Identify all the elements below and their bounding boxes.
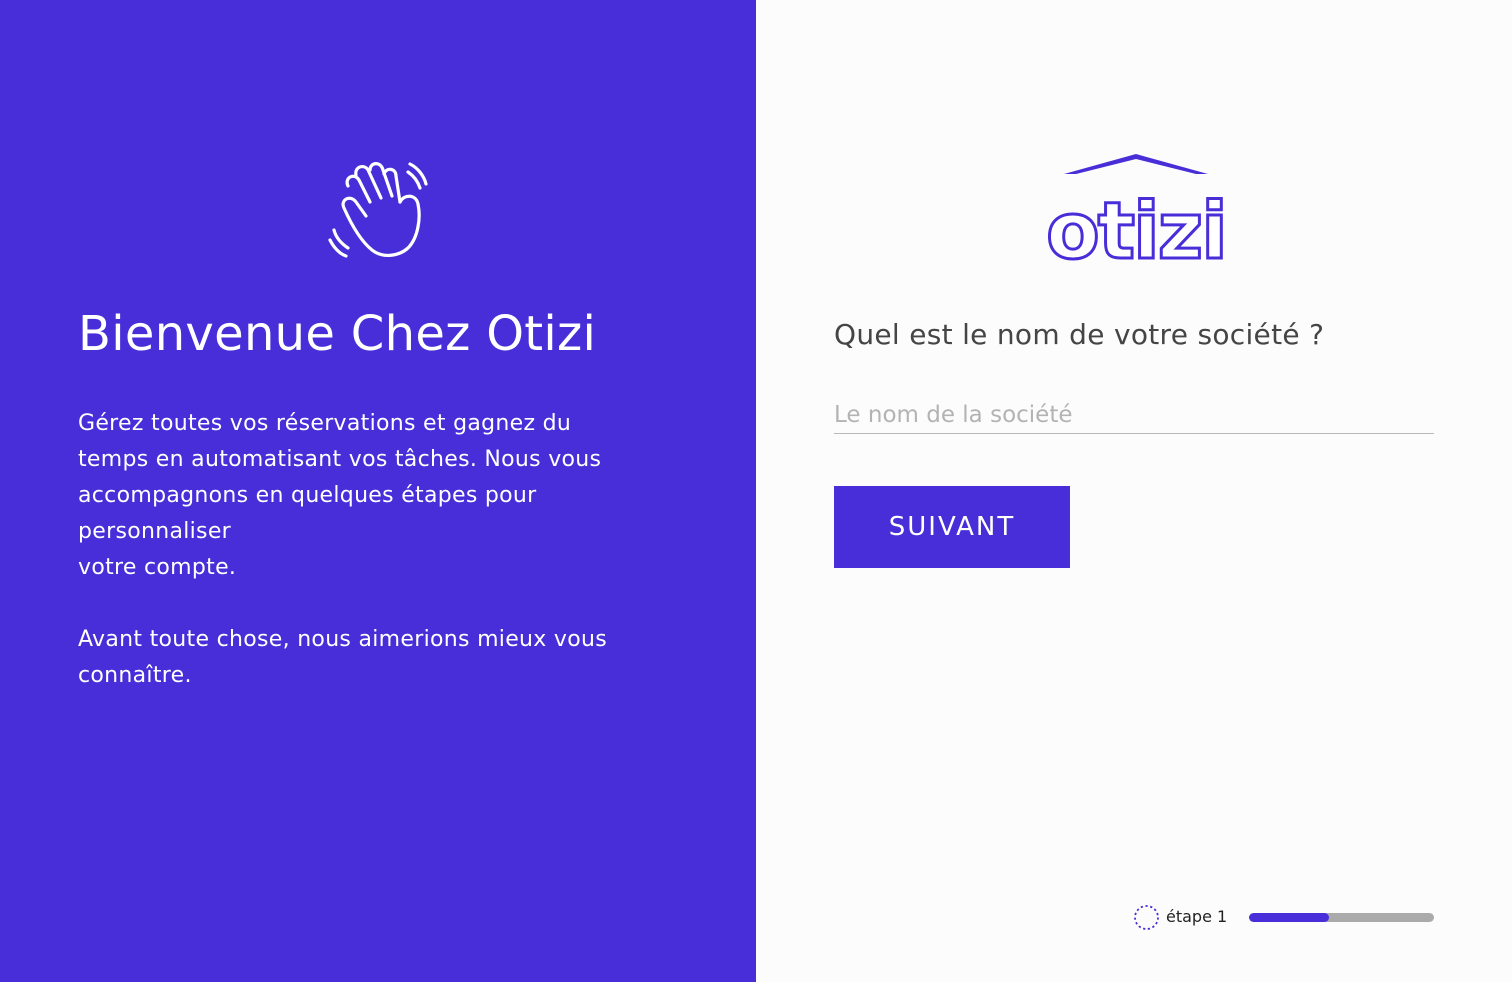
intro-line: temps en automatisant vos tâches. Nous v… [78, 447, 602, 472]
dotted-circle-icon [1134, 905, 1159, 930]
step-progress-bar [1249, 913, 1434, 922]
welcome-panel: Bienvenue Chez Otizi Gérez toutes vos ré… [0, 0, 756, 982]
intro-line: personnaliser [78, 519, 232, 544]
welcome-title: Bienvenue Chez Otizi [78, 306, 597, 362]
otizi-logo: otizi [1046, 154, 1226, 266]
waving-hand-icon [328, 162, 428, 258]
next-button[interactable]: SUIVANT [834, 486, 1070, 568]
intro-line: accompagnons en quelques étapes pour [78, 483, 537, 508]
intro-line: Avant toute chose, nous aimerions mieux … [78, 627, 607, 652]
logo-text: otizi [1046, 187, 1226, 266]
company-name-input[interactable] [834, 396, 1434, 434]
intro-text: Gérez toutes vos réservations et gagnez … [78, 406, 678, 694]
step-progress-fill [1249, 913, 1329, 922]
company-question: Quel est le nom de votre société ? [834, 318, 1325, 351]
step-label: étape 1 [1166, 907, 1228, 926]
intro-line: votre compte. [78, 555, 237, 580]
intro-line: connaître. [78, 663, 192, 688]
intro-line: Gérez toutes vos réservations et gagnez … [78, 411, 572, 436]
onboarding-page: Bienvenue Chez Otizi Gérez toutes vos ré… [0, 0, 1512, 982]
